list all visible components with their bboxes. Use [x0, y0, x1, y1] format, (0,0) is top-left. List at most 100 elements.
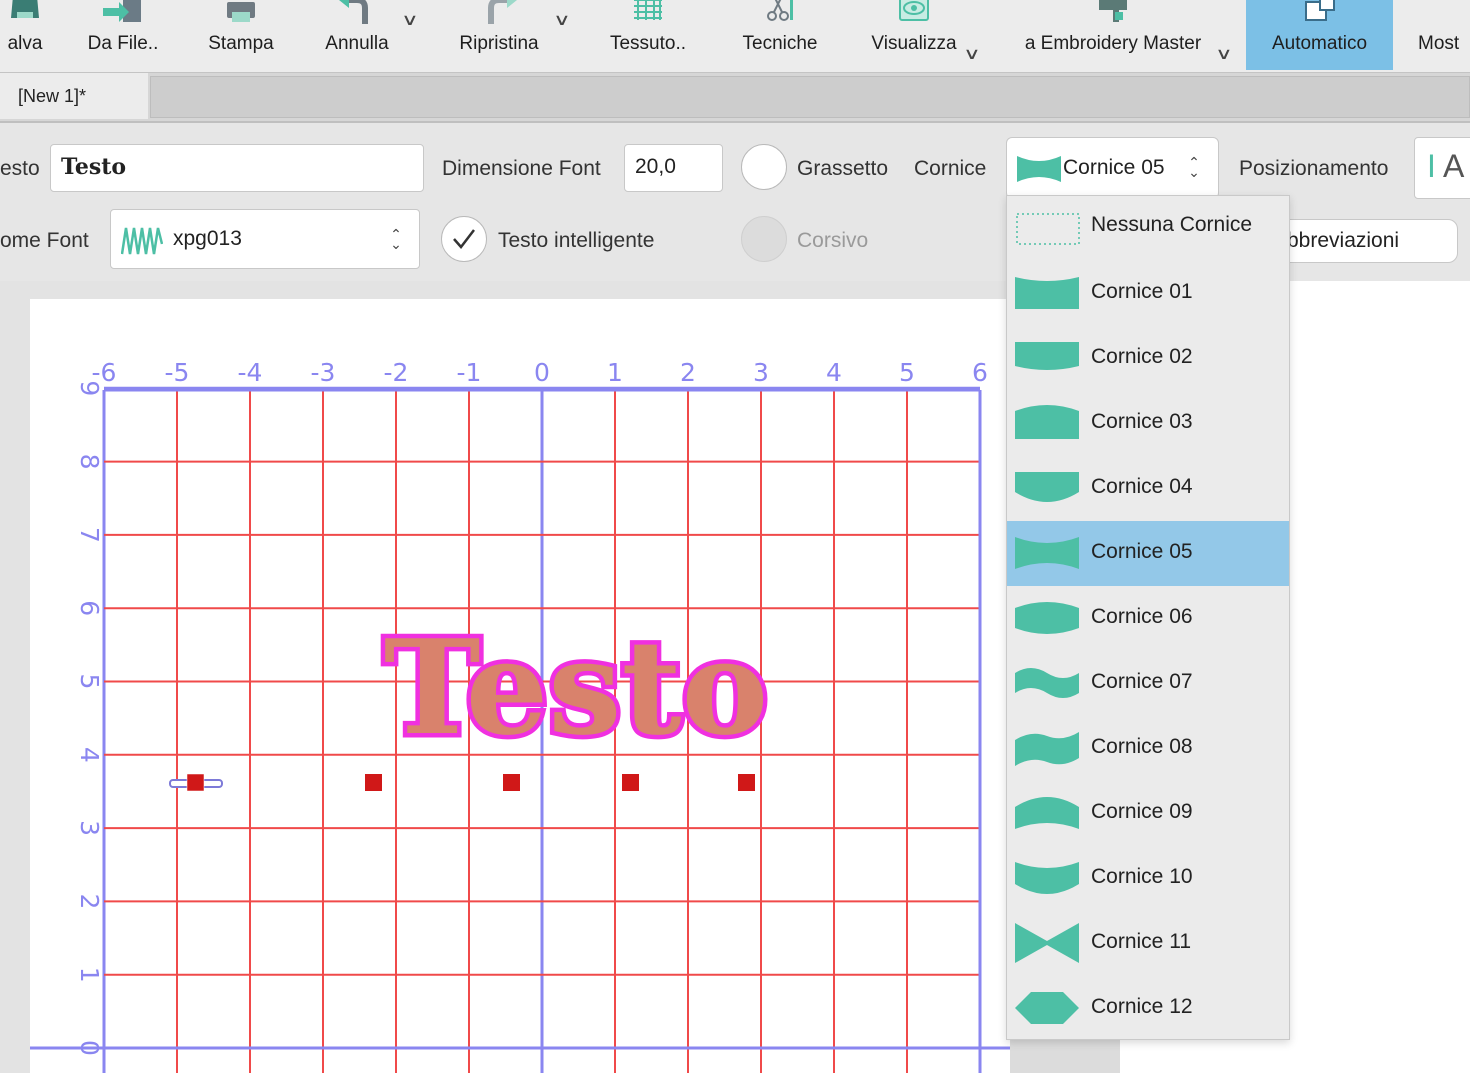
import-from-file-button[interactable]: Da File..	[80, 0, 166, 70]
bold-label: Grassetto	[797, 157, 889, 180]
undo-label: Annulla	[325, 33, 389, 54]
x-tick-label: -5	[165, 358, 190, 387]
frame-shape-icon	[1015, 405, 1079, 439]
frame-label: Cornice	[914, 157, 987, 180]
sewing-machine-icon	[1099, 0, 1127, 22]
font-name-value: xpg013	[173, 227, 242, 250]
document-tab-bar: [New 1]*	[0, 72, 1470, 121]
frame-option[interactable]: Cornice 02	[1007, 326, 1289, 391]
x-tick-label: -3	[311, 358, 336, 387]
smart-text-checkbox[interactable]	[441, 216, 487, 262]
redo-dropdown-chevron-icon[interactable]: ∨	[553, 10, 571, 30]
font-name-select[interactable]: xpg013 ⌃ ⌄	[110, 209, 420, 269]
font-stitch-icon	[121, 227, 163, 255]
print-icon	[227, 2, 255, 22]
redo-label: Ripristina	[459, 33, 539, 54]
frame-option[interactable]: Cornice 05	[1007, 521, 1289, 586]
frame-shape-icon	[1015, 472, 1079, 502]
view-dropdown-chevron-icon[interactable]: ∨	[963, 44, 981, 64]
frame-shape-icon	[1015, 992, 1079, 1024]
save-icon	[11, 0, 39, 18]
frame-option-label: Cornice 10	[1091, 865, 1193, 888]
x-tick-label: -2	[384, 358, 409, 387]
y-tick-label: 1	[75, 967, 104, 983]
embroidery-canvas[interactable]: -6 -5 -4 -3 -2 -1 0 1 2 3 4 5 6 0 1 2 3 4 5 6 7 8 9 Testo	[30, 299, 1010, 1073]
abbreviations-button[interactable]: bbreviazioni	[1276, 219, 1458, 263]
frame-option-label: Cornice 04	[1091, 475, 1193, 498]
embroidery-text[interactable]: Testo	[379, 607, 772, 769]
frame-shape-icon	[1015, 277, 1079, 309]
frame-shape-icon	[1015, 923, 1079, 963]
frame-option-label: Cornice 02	[1091, 345, 1193, 368]
frame-option[interactable]: Cornice 07	[1007, 651, 1289, 716]
text-input[interactable]: Testo	[50, 144, 424, 192]
fabric-button[interactable]: Tessuto..	[596, 0, 700, 70]
frame-option[interactable]: Cornice 01	[1007, 261, 1289, 326]
y-tick-label: 0	[75, 1040, 104, 1056]
scissors-icon	[767, 0, 793, 21]
frame-option[interactable]: Cornice 10	[1007, 846, 1289, 911]
frame-shape-icon	[1015, 797, 1079, 829]
abbreviations-label: bbreviazioni	[1287, 229, 1400, 252]
frame-shape-icon	[1015, 862, 1079, 894]
automatic-button[interactable]: Automatico	[1246, 0, 1393, 70]
x-tick-label: 6	[972, 358, 988, 387]
y-tick-label: 4	[75, 747, 104, 763]
frame-option[interactable]: Cornice 03	[1007, 391, 1289, 456]
frame-option[interactable]: Cornice 06	[1007, 586, 1289, 651]
frame-select[interactable]: Cornice 05 ⌃ ⌄	[1006, 137, 1219, 199]
font-name-updown-icon: ⌃ ⌄	[390, 226, 402, 252]
automatic-label: Automatico	[1271, 33, 1368, 54]
eye-icon	[899, 0, 929, 21]
text-positioning-button[interactable]: I A	[1414, 137, 1470, 199]
frame-select-updown-icon: ⌃ ⌄	[1188, 154, 1200, 180]
frame-option[interactable]: Cornice 12	[1007, 976, 1289, 1041]
techniques-label: Tecniche	[742, 33, 818, 54]
save-label: alva	[7, 33, 43, 54]
techniques-button[interactable]: Tecniche	[728, 0, 832, 70]
frame-option-label: Cornice 05	[1091, 540, 1193, 563]
undo-button[interactable]: Annulla	[312, 0, 402, 70]
automatic-icon	[1304, 0, 1335, 21]
embroidery-master-chevron-icon[interactable]: ∨	[1215, 44, 1233, 64]
frame-05-icon	[1017, 156, 1061, 182]
frame-option[interactable]: Cornice 11	[1007, 911, 1289, 976]
bold-toggle[interactable]	[741, 144, 787, 190]
frame-shape-icon	[1015, 732, 1079, 766]
view-label: Visualizza	[871, 33, 957, 54]
view-button[interactable]: Visualizza	[860, 0, 968, 70]
undo-dropdown-chevron-icon[interactable]: ∨	[401, 10, 419, 30]
frame-option-label: Cornice 11	[1091, 930, 1191, 953]
embroidery-master-button[interactable]: a Embroidery Master	[1006, 0, 1220, 70]
frame-option[interactable]: Cornice 08	[1007, 716, 1289, 781]
frame-select-value: Cornice 05	[1063, 156, 1165, 179]
italic-toggle	[741, 216, 787, 262]
frame-dropdown-menu: Nessuna Cornice Cornice 01 Cornice 02 Corni…	[1006, 195, 1290, 1040]
font-size-label: Dimensione Font	[442, 157, 601, 180]
frame-handle-4[interactable]	[622, 774, 639, 791]
x-tick-label: -4	[238, 358, 263, 387]
hoop-grid[interactable]: -6 -5 -4 -3 -2 -1 0 1 2 3 4 5 60123456789 Testo	[30, 299, 1010, 1073]
save-button[interactable]: alva	[0, 0, 70, 70]
frame-handle-1[interactable]	[186, 773, 205, 792]
document-tab[interactable]: [New 1]*	[0, 73, 148, 119]
frame-option[interactable]: Cornice 04	[1007, 456, 1289, 521]
redo-button[interactable]: Ripristina	[444, 0, 554, 70]
text-cursor-icon: I	[1427, 148, 1436, 184]
frame-handle-3[interactable]	[503, 774, 520, 791]
font-size-input[interactable]: 20,0	[624, 144, 723, 192]
print-button[interactable]: Stampa	[196, 0, 286, 70]
show-button[interactable]: Most	[1410, 0, 1470, 70]
frame-shape-icon	[1015, 602, 1079, 634]
frame-shape-icon	[1015, 537, 1079, 569]
frame-option[interactable]: Cornice 09	[1007, 781, 1289, 846]
y-tick-label: 8	[75, 454, 104, 470]
fabric-icon	[634, 0, 662, 20]
font-name-label: ome Font	[0, 229, 89, 252]
y-tick-label: 6	[75, 600, 104, 616]
frame-handle-5[interactable]	[738, 774, 755, 791]
frame-handle-2[interactable]	[365, 774, 382, 791]
y-tick-label: 5	[75, 674, 104, 690]
frame-option[interactable]: Nessuna Cornice	[1007, 196, 1289, 261]
frame-option-label: Cornice 01	[1091, 280, 1193, 303]
